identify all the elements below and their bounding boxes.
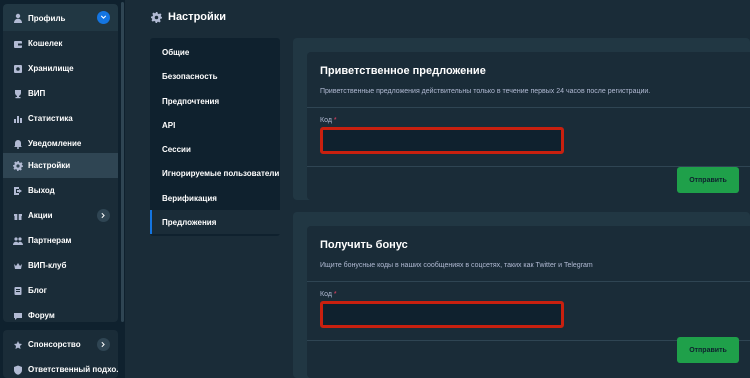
sidebar-item-label: Кошелек <box>28 39 63 48</box>
settings-nav-security[interactable]: Безопасность <box>150 64 280 88</box>
shield-icon <box>12 364 23 375</box>
settings-nav-general[interactable]: Общие <box>150 40 280 64</box>
sidebar-item-statistics[interactable]: Статистика <box>3 106 118 131</box>
settings-nav-preferences[interactable]: Предпочтения <box>150 89 280 113</box>
bell-icon <box>12 138 23 149</box>
sidebar-scrollbar[interactable] <box>120 0 125 378</box>
bonus-code-label: Код * <box>320 291 337 298</box>
chevron-down-icon[interactable] <box>97 11 110 24</box>
gear-icon <box>12 160 23 171</box>
bonus-code-label-text: Код <box>320 291 332 298</box>
page-title: Настройки <box>151 9 226 25</box>
sidebar-item-wallet[interactable]: Кошелек <box>3 31 118 56</box>
sidebar-item-vip-club[interactable]: ВИП-клуб <box>3 253 118 278</box>
sidebar-item-responsible-gambling[interactable]: Ответственный подхо... <box>3 357 118 378</box>
welcome-offer-title: Приветственное предложение <box>320 65 486 77</box>
user-icon <box>12 13 23 24</box>
sidebar-item-label: Выход <box>28 186 55 195</box>
sidebar-item-blog[interactable]: Блог <box>3 278 118 303</box>
sidebar-item-sponsorship[interactable]: Спонсорство <box>3 332 118 357</box>
sidebar-item-vip[interactable]: ВИП <box>3 81 118 106</box>
settings-nav-sessions[interactable]: Сессии <box>150 137 280 161</box>
welcome-code-input[interactable] <box>323 130 561 151</box>
settings-nav-verification[interactable]: Верификация <box>150 186 280 210</box>
partners-icon <box>12 235 23 246</box>
sidebar-item-label: Блог <box>28 286 47 295</box>
sidebar-item-label: Профиль <box>28 13 66 23</box>
settings-nav-offers[interactable]: Предложения <box>150 210 280 234</box>
sidebar-item-label: Партнерам <box>28 236 72 245</box>
sidebar-item-vault[interactable]: Хранилище <box>3 56 118 81</box>
wallet-icon <box>12 38 23 49</box>
sidebar-item-promotions[interactable]: Акции <box>3 203 118 228</box>
welcome-code-label: Код * <box>320 117 337 124</box>
sidebar-item-label: Форум <box>28 311 55 320</box>
gear-icon <box>151 11 162 23</box>
crown-icon <box>12 260 23 271</box>
sidebar-item-partners[interactable]: Партнерам <box>3 228 118 253</box>
sidebar-item-label: Спонсорство <box>28 340 81 349</box>
trophy-icon <box>12 88 23 99</box>
sidebar-item-logout[interactable]: Выход <box>3 178 118 203</box>
sidebar-item-label: Настройки <box>28 161 71 170</box>
vault-icon <box>12 63 23 74</box>
welcome-offer-description: Приветственные предложения действительны… <box>320 88 651 95</box>
sponsor-icon <box>12 339 23 350</box>
sidebar-item-label: Уведомление <box>28 139 82 148</box>
sidebar-item-label: Ответственный подхо... <box>28 365 118 374</box>
page-title-text: Настройки <box>168 11 227 23</box>
sidebar-item-forum[interactable]: Форум <box>3 303 118 328</box>
stats-icon <box>12 113 23 124</box>
sidebar-item-label: ВИП-клуб <box>28 261 67 270</box>
sidebar-bottom-group: Спонсорство Ответственный подхо... <box>3 330 118 378</box>
bonus-description: Ищите бонусные коды в наших сообщениях в… <box>320 262 593 269</box>
sidebar-item-settings[interactable]: Настройки <box>3 153 118 178</box>
bonus-submit-button[interactable]: Отправить <box>677 337 739 363</box>
bonus-code-input-box <box>320 301 564 328</box>
welcome-submit-button[interactable]: Отправить <box>677 167 739 193</box>
required-mark: * <box>333 291 337 298</box>
required-mark: * <box>333 117 337 124</box>
sidebar: Профиль Кошелек Хранилище ВИП Статистика… <box>0 0 120 378</box>
welcome-offer-header: Приветственное предложение Приветственны… <box>307 52 750 108</box>
sidebar-item-label: Хранилище <box>28 64 74 73</box>
bonus-header: Получить бонус Ищите бонусные коды в наш… <box>307 226 750 282</box>
welcome-offer-card: Приветственное предложение Приветственны… <box>293 38 750 200</box>
sidebar-item-label: Статистика <box>28 114 73 123</box>
welcome-code-label-text: Код <box>320 117 332 124</box>
bonus-card: Получить бонус Ищите бонусные коды в наш… <box>293 212 750 378</box>
settings-nav-api[interactable]: API <box>150 113 280 137</box>
chevron-right-icon[interactable] <box>97 338 110 351</box>
settings-nav: Общие Безопасность Предпочтения API Сесс… <box>150 38 280 236</box>
sidebar-profile-group: Профиль <box>3 4 118 32</box>
bonus-title: Получить бонус <box>320 239 408 251</box>
bonus-code-input[interactable] <box>323 304 561 325</box>
sidebar-item-label: Акции <box>28 211 53 220</box>
sidebar-scrollbar-thumb[interactable] <box>121 2 124 322</box>
forum-icon <box>12 310 23 321</box>
sidebar-main-group: Кошелек Хранилище ВИП Статистика Уведомл… <box>3 31 118 322</box>
logout-icon <box>12 185 23 196</box>
welcome-code-input-box <box>320 127 564 154</box>
chevron-right-icon[interactable] <box>97 209 110 222</box>
sidebar-item-label: ВИП <box>28 89 46 98</box>
settings-nav-ignored-users[interactable]: Игнорируемые пользователи <box>150 161 280 185</box>
sidebar-item-profile[interactable]: Профиль <box>3 5 118 31</box>
blog-icon <box>12 285 23 296</box>
gift-icon <box>12 210 23 221</box>
